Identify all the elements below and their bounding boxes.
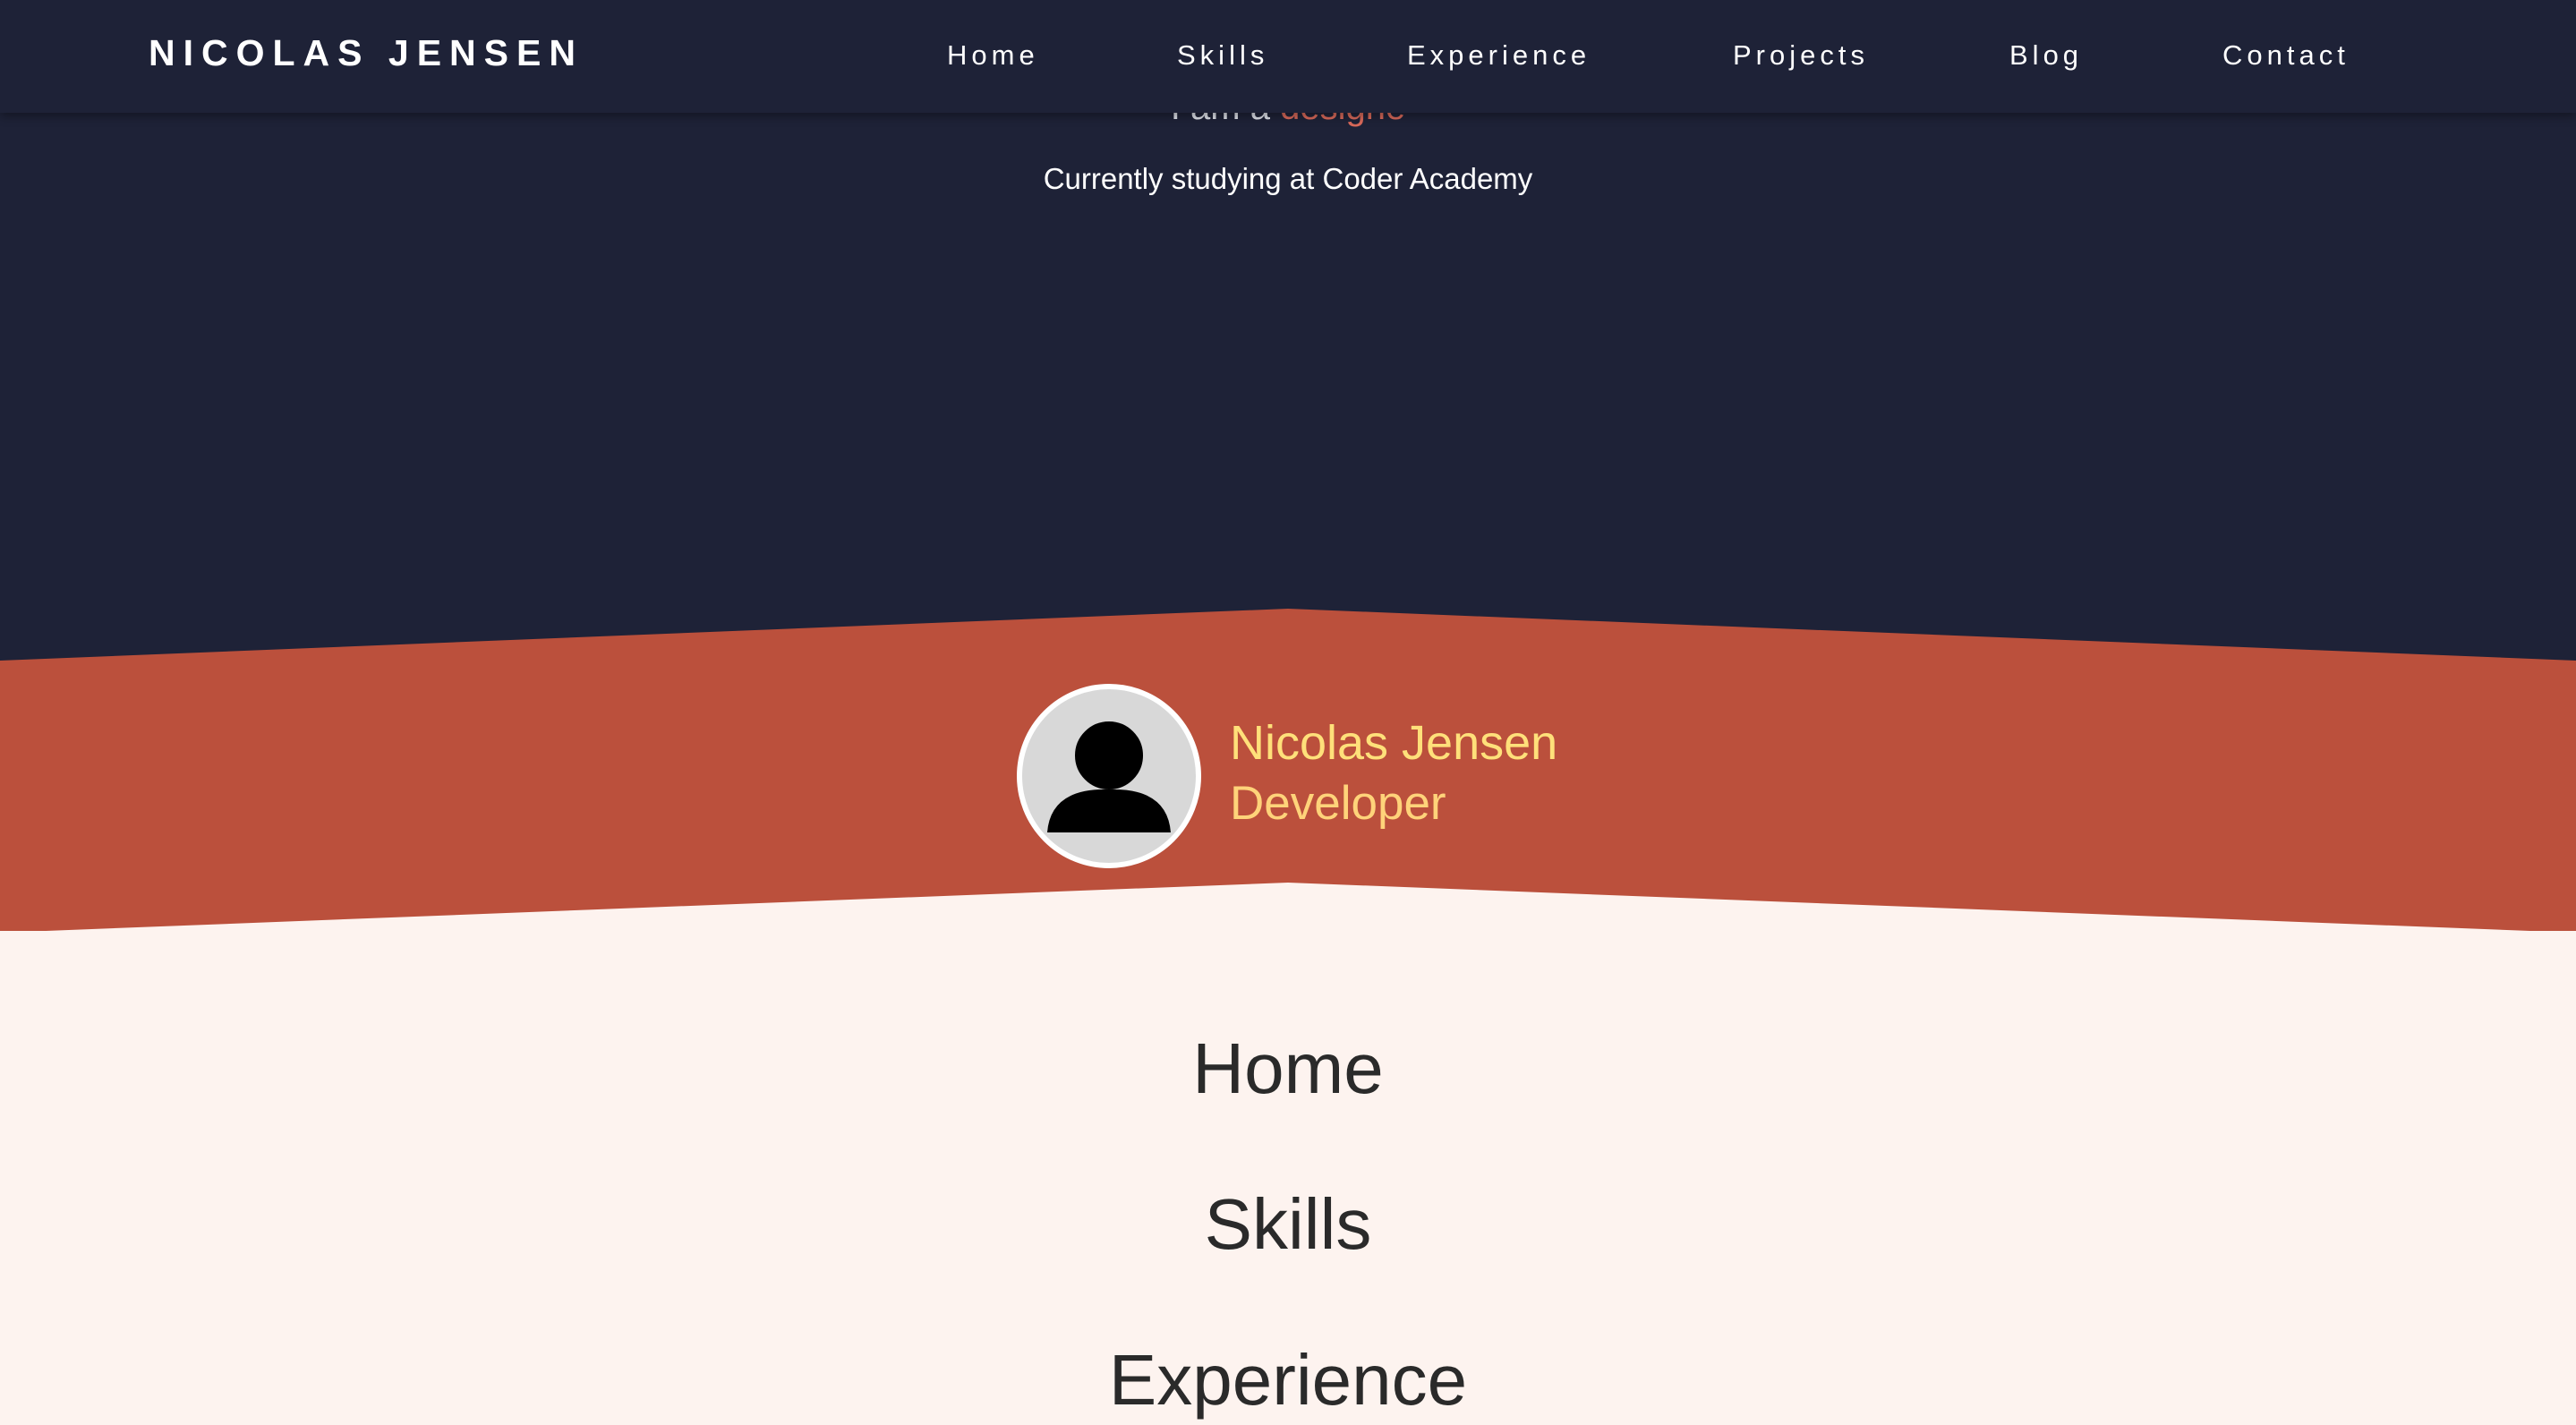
section-link-skills[interactable]: Skills xyxy=(0,1182,2576,1267)
nav-link-blog[interactable]: Blog xyxy=(2009,39,2083,72)
profile-name: Nicolas Jensen xyxy=(1230,716,1558,770)
nav-links: Home Skills Experience Projects Blog Con… xyxy=(0,39,2576,75)
nav-link-contact[interactable]: Contact xyxy=(2222,39,2350,72)
nav-link-home[interactable]: Home xyxy=(947,39,1039,72)
nav-link-skills[interactable]: Skills xyxy=(1177,39,1268,72)
nav-link-experience[interactable]: Experience xyxy=(1407,39,1591,72)
studying-text: Currently studying at Coder Academy xyxy=(1043,162,1533,195)
section-link-home[interactable]: Home xyxy=(0,1026,2576,1112)
profile-role: Developer xyxy=(1230,777,1446,830)
avatar xyxy=(1017,684,1201,868)
section-link-experience[interactable]: Experience xyxy=(0,1337,2576,1423)
top-navbar: NICOLAS JENSEN Home Skills Experience Pr… xyxy=(0,0,2576,113)
nav-link-projects[interactable]: Projects xyxy=(1733,39,1869,72)
user-silhouette-icon xyxy=(1047,718,1171,832)
